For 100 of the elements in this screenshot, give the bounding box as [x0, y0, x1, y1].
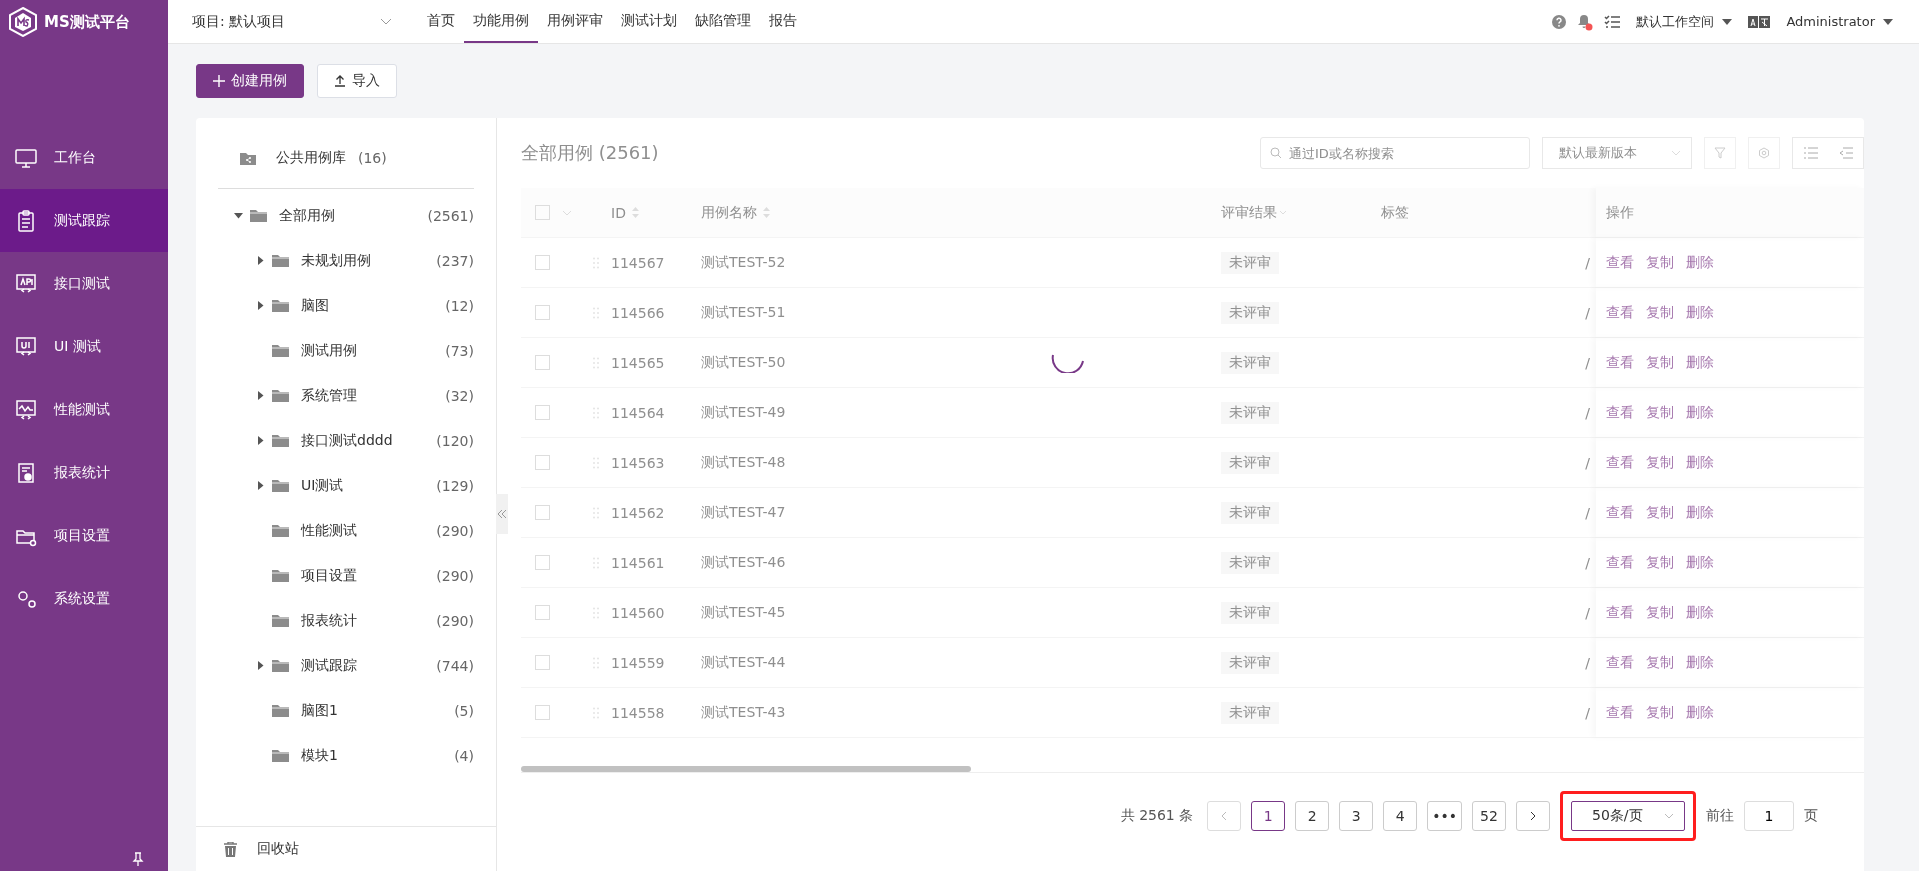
language-icon[interactable]	[1748, 15, 1771, 28]
sidebar-item[interactable]: UI 测试	[0, 315, 168, 378]
page-button[interactable]: •••	[1427, 801, 1462, 831]
checkbox[interactable]	[535, 455, 550, 470]
action-link[interactable]: 删除	[1686, 603, 1714, 622]
previous-page-button[interactable]	[1207, 801, 1242, 831]
sidebar-item[interactable]: 报表统计	[0, 441, 168, 504]
help-icon[interactable]	[1552, 14, 1567, 29]
page-button[interactable]: 4	[1383, 801, 1418, 831]
drag-handle-icon[interactable]	[593, 506, 599, 519]
action-link[interactable]: 查看	[1606, 703, 1634, 722]
drag-handle-icon[interactable]	[593, 356, 599, 369]
action-link[interactable]: 删除	[1686, 653, 1714, 672]
tree-item[interactable]: 测试用例 (73)	[218, 328, 474, 373]
tree-item[interactable]: 未规划用例 (237)	[218, 238, 474, 283]
caret-right-icon[interactable]	[255, 436, 265, 445]
action-link[interactable]: 查看	[1606, 253, 1634, 272]
caret-down-icon[interactable]	[233, 211, 243, 220]
drag-handle-icon[interactable]	[593, 656, 599, 669]
action-link[interactable]: 复制	[1646, 253, 1674, 272]
action-link[interactable]: 复制	[1646, 403, 1674, 422]
drag-handle-icon[interactable]	[593, 406, 599, 419]
checkbox[interactable]	[535, 555, 550, 570]
action-link[interactable]: 复制	[1646, 503, 1674, 522]
nav-tab[interactable]: 功能用例	[464, 0, 538, 43]
indent-list-icon[interactable]	[1838, 147, 1853, 159]
checkbox[interactable]	[535, 505, 550, 520]
page-button[interactable]: 3	[1339, 801, 1374, 831]
drag-handle-icon[interactable]	[593, 306, 599, 319]
tree-item[interactable]: 项目设置 (290)	[218, 553, 474, 598]
caret-right-icon[interactable]	[255, 661, 265, 670]
nav-tab[interactable]: 用例评审	[538, 0, 612, 43]
action-link[interactable]: 查看	[1606, 603, 1634, 622]
nav-tab[interactable]: 报告	[760, 0, 806, 43]
checkbox[interactable]	[535, 255, 550, 270]
action-link[interactable]: 复制	[1646, 703, 1674, 722]
sidebar-item[interactable]: 性能测试	[0, 378, 168, 441]
drag-handle-icon[interactable]	[593, 706, 599, 719]
scrollbar-thumb[interactable]	[521, 766, 971, 772]
caret-right-icon[interactable]	[255, 256, 265, 265]
page-input[interactable]: 1	[1744, 801, 1794, 831]
create-case-button[interactable]: 创建用例	[196, 64, 304, 98]
action-link[interactable]: 复制	[1646, 653, 1674, 672]
import-button[interactable]: 导入	[317, 64, 397, 98]
page-size-select[interactable]: 50条/页	[1571, 801, 1685, 831]
checkbox[interactable]	[535, 355, 550, 370]
sidebar-item[interactable]: 测试跟踪	[0, 189, 168, 252]
nav-tab[interactable]: 首页	[418, 0, 464, 43]
page-button[interactable]: 2	[1295, 801, 1330, 831]
checkbox[interactable]	[535, 405, 550, 420]
drag-handle-icon[interactable]	[593, 606, 599, 619]
action-link[interactable]: 查看	[1606, 453, 1634, 472]
sidebar-item[interactable]: 系统设置	[0, 567, 168, 630]
action-link[interactable]: 查看	[1606, 503, 1634, 522]
sidebar-item[interactable]: 接口测试	[0, 252, 168, 315]
workspace-selector[interactable]: 默认工作空间	[1636, 12, 1733, 31]
action-link[interactable]: 复制	[1646, 553, 1674, 572]
action-link[interactable]: 删除	[1686, 403, 1714, 422]
nav-tab[interactable]: 缺陷管理	[686, 0, 760, 43]
tree-item[interactable]: 全部用例 (2561)	[218, 193, 474, 238]
next-page-button[interactable]	[1516, 801, 1550, 831]
filter-button[interactable]	[1704, 137, 1736, 169]
action-link[interactable]: 删除	[1686, 303, 1714, 322]
checkbox[interactable]	[535, 705, 550, 720]
caret-right-icon[interactable]	[255, 301, 265, 310]
sidebar-item[interactable]: 工作台	[0, 126, 168, 189]
action-link[interactable]: 查看	[1606, 653, 1634, 672]
drag-handle-icon[interactable]	[593, 456, 599, 469]
tree-item[interactable]: 模块1 (4)	[218, 733, 474, 778]
collapse-panel-button[interactable]	[496, 494, 508, 534]
action-link[interactable]: 删除	[1686, 353, 1714, 372]
tree-item[interactable]: 脑图 (12)	[218, 283, 474, 328]
action-link[interactable]: 复制	[1646, 453, 1674, 472]
user-menu[interactable]: Administrator	[1786, 14, 1893, 29]
sort-icon[interactable]	[631, 207, 639, 218]
sidebar-item[interactable]: 项目设置	[0, 504, 168, 567]
checkbox[interactable]	[535, 605, 550, 620]
sort-icon[interactable]	[763, 207, 770, 218]
caret-right-icon[interactable]	[255, 481, 265, 490]
action-link[interactable]: 查看	[1606, 553, 1634, 572]
tree-item[interactable]: 系统管理 (32)	[218, 373, 474, 418]
action-link[interactable]: 删除	[1686, 553, 1714, 572]
checkbox[interactable]	[535, 655, 550, 670]
action-link[interactable]: 查看	[1606, 403, 1634, 422]
checkbox[interactable]	[535, 305, 550, 320]
action-link[interactable]: 删除	[1686, 703, 1714, 722]
tree-item[interactable]: 接口测试dddd (120)	[218, 418, 474, 463]
action-link[interactable]: 复制	[1646, 353, 1674, 372]
page-button[interactable]: 52	[1472, 801, 1506, 831]
bell-icon[interactable]	[1576, 12, 1595, 31]
nav-tab[interactable]: 测试计划	[612, 0, 686, 43]
project-selector[interactable]: 项目: 默认项目	[192, 12, 392, 31]
action-link[interactable]: 删除	[1686, 503, 1714, 522]
list-icon[interactable]	[1803, 147, 1818, 159]
action-link[interactable]: 查看	[1606, 353, 1634, 372]
tree-item[interactable]: UI测试 (129)	[218, 463, 474, 508]
caret-right-icon[interactable]	[255, 391, 265, 400]
checkbox[interactable]	[535, 205, 550, 220]
pin-icon[interactable]	[130, 851, 146, 867]
action-link[interactable]: 删除	[1686, 453, 1714, 472]
